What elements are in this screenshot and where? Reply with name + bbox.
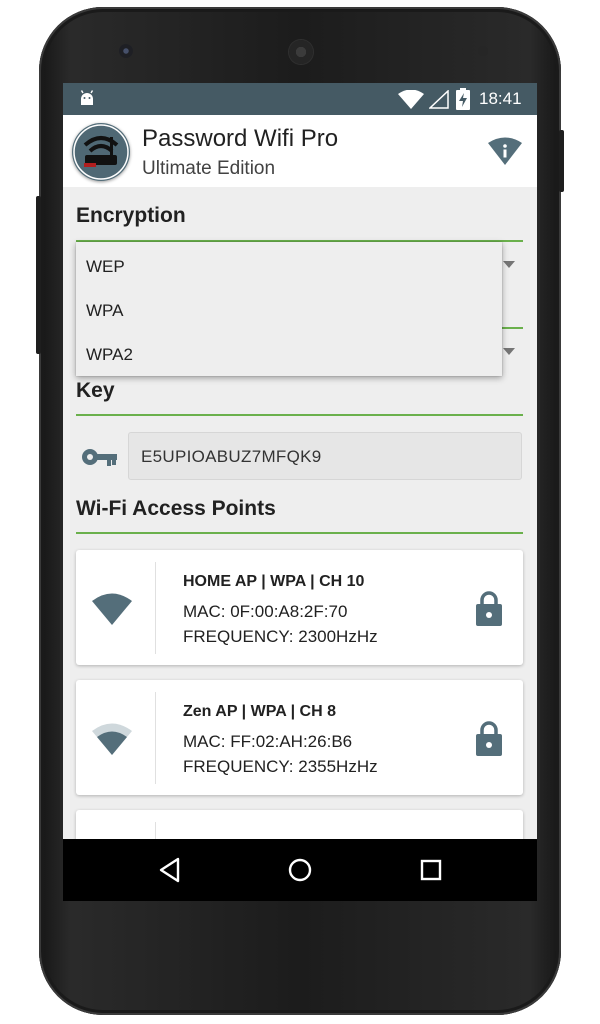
android-icon: [80, 90, 94, 105]
dropdown-option-wpa2[interactable]: WPA2: [86, 345, 133, 365]
router-icon: [73, 124, 129, 180]
earpiece-speaker: [289, 40, 313, 64]
back-icon[interactable]: [158, 857, 180, 883]
card-divider: [155, 562, 156, 654]
access-point-name: HOME AP | WPA | CH 10: [183, 573, 365, 590]
wifi-status-icon: [398, 90, 424, 109]
key-underline: [76, 414, 523, 416]
light-sensor: [478, 46, 488, 56]
key-title: Key: [76, 379, 115, 402]
home-icon[interactable]: [288, 858, 312, 882]
encryption-dropdown[interactable]: WEP WPA WPA2: [76, 242, 502, 376]
card-divider: [155, 692, 156, 784]
key-value: E5UPIOABUZ7MFQK9: [141, 447, 322, 466]
access-point-frequency: FREQUENCY: 2300HzHz: [183, 627, 378, 646]
wifi-signal-full-icon: [92, 593, 132, 625]
proximity-sensor: [462, 46, 472, 56]
wifi-signal-partial-icon: [92, 723, 132, 755]
cell-signal-icon: [429, 90, 449, 109]
power-button: [559, 130, 564, 192]
app-bar: Password Wifi Pro Ultimate Edition: [63, 115, 537, 187]
navigation-bar: [63, 839, 537, 901]
app-logo: [72, 123, 130, 181]
app-title: Password Wifi Pro: [142, 125, 339, 152]
secondary-spinner-arrow[interactable]: [503, 348, 515, 355]
access-point-mac: MAC: FF:02:AH:26:B6: [183, 732, 353, 751]
lock-icon: [476, 591, 502, 626]
key-icon: [82, 449, 117, 466]
dropdown-option-wpa[interactable]: WPA: [86, 301, 123, 321]
access-point-card[interactable]: Zen AP | WPA | CH 8 MAC: FF:02:AH:26:B6 …: [76, 680, 523, 795]
access-point-card[interactable]: HOME AP | WPA | CH 10 MAC: 0F:00:A8:2F:7…: [76, 550, 523, 665]
status-bar: 18:41: [63, 83, 537, 115]
access-points-title: Wi-Fi Access Points: [76, 497, 276, 520]
encryption-title: Encryption: [76, 204, 186, 227]
volume-button: [36, 196, 41, 354]
status-time: 18:41: [479, 89, 522, 108]
access-point-frequency: FREQUENCY: 2355HzHz: [183, 757, 378, 776]
front-camera: [119, 44, 133, 58]
wifi-info-icon[interactable]: [488, 137, 522, 165]
battery-charging-icon: [456, 88, 470, 110]
recent-apps-icon[interactable]: [420, 859, 442, 881]
screen: 18:41 Password Wifi Pro Ultimate Edition…: [63, 83, 537, 901]
key-field[interactable]: E5UPIOABUZ7MFQK9: [128, 432, 522, 480]
lock-icon: [476, 721, 502, 756]
access-point-mac: MAC: 0F:00:A8:2F:70: [183, 602, 348, 621]
dropdown-option-wep[interactable]: WEP: [86, 257, 125, 277]
app-subtitle: Ultimate Edition: [142, 158, 276, 179]
access-point-name: Zen AP | WPA | CH 8: [183, 703, 336, 720]
encryption-spinner-arrow[interactable]: [503, 261, 515, 268]
access-points-underline: [76, 532, 523, 534]
